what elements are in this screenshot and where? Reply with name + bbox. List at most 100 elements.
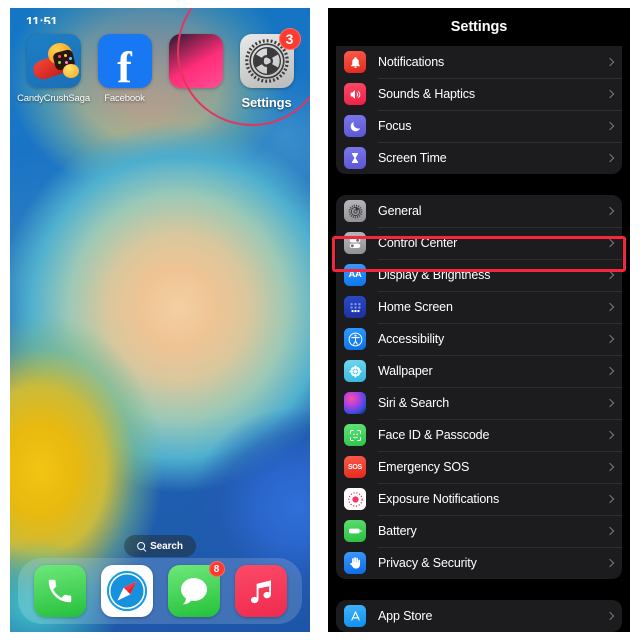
settings-row-siri-search[interactable]: Siri & Search — [336, 387, 622, 419]
search-icon — [137, 542, 146, 550]
settings-row-label: Accessibility — [378, 332, 445, 346]
messages-badge-count: 8 — [208, 561, 225, 577]
settings-row-battery[interactable]: Battery — [336, 515, 622, 547]
sos-icon: SOS — [344, 456, 366, 478]
app-icon-wrap: 3 — [239, 28, 301, 88]
settings-row-app-store[interactable]: App Store — [336, 600, 622, 632]
chevron-right-icon — [605, 526, 615, 536]
settings-row-label: Control Center — [378, 236, 458, 250]
speaker-glyph — [350, 89, 360, 99]
dock-item-safari[interactable] — [100, 565, 153, 617]
screenshot-root: 11:51 CandyCrushSaga f Facebook 3 Settin… — [0, 0, 640, 640]
dock-item-messages[interactable]: 8 — [167, 561, 225, 617]
settings-group-general: General Control Center AA Display & Brig… — [336, 195, 622, 579]
app-icon-wrap — [26, 34, 81, 88]
candy-dot — [57, 55, 61, 58]
chevron-right-icon — [605, 153, 615, 163]
phone-icon — [33, 565, 86, 617]
iphone-settings-screen: Settings Notifications Sounds & Haptics … — [328, 8, 630, 632]
dock-item-phone[interactable] — [33, 565, 86, 617]
settings-row-screen-time[interactable]: Screen Time — [336, 142, 622, 174]
chevron-right-icon — [605, 206, 615, 216]
settings-row-accessibility[interactable]: Accessibility — [336, 323, 622, 355]
settings-row-label: Face ID & Passcode — [378, 428, 490, 442]
moon-glyph — [350, 121, 360, 131]
app-label: Settings — [241, 95, 292, 110]
settings-row-privacy-security[interactable]: Privacy & Security — [336, 547, 622, 579]
aa-glyph: AA — [348, 269, 362, 281]
settings-row-home-screen[interactable]: Home Screen — [336, 291, 622, 323]
moon-icon — [344, 115, 366, 137]
status-bar-clock: 11:51 — [26, 16, 58, 24]
chevron-right-icon — [605, 430, 615, 440]
chevron-right-icon — [605, 238, 615, 248]
chevron-right-icon — [605, 494, 615, 504]
dock: 8 — [18, 558, 302, 624]
settings-row-label: Home Screen — [378, 300, 453, 314]
chevron-right-icon — [605, 366, 615, 376]
chevron-right-icon — [605, 89, 615, 99]
chevron-right-icon — [605, 334, 615, 344]
bell-glyph — [350, 56, 360, 68]
partially-hidden-app-icon — [168, 34, 223, 88]
settings-row-sounds-haptics[interactable]: Sounds & Haptics — [336, 78, 622, 110]
settings-badge-count: 3 — [278, 28, 301, 50]
chevron-right-icon — [605, 270, 615, 280]
hand-glyph — [350, 557, 361, 569]
group-separator — [336, 174, 622, 195]
gear-glyph — [348, 204, 362, 218]
app-facebook[interactable]: f Facebook — [89, 34, 160, 110]
sos-glyph: SOS — [348, 463, 362, 471]
hand-privacy-icon — [344, 552, 366, 574]
settings-row-focus[interactable]: Focus — [336, 110, 622, 142]
settings-row-label: Notifications — [378, 55, 445, 69]
app-grid-glyph — [350, 302, 360, 312]
app-store-glyph — [350, 610, 360, 621]
status-bar: 11:51 — [10, 8, 310, 24]
app-icon-wrap: f — [97, 34, 152, 88]
settings-row-control-center[interactable]: Control Center — [336, 227, 622, 259]
settings-list[interactable]: Notifications Sounds & Haptics Focus Scr… — [328, 46, 630, 632]
toggles-icon — [344, 232, 366, 254]
app-icon-wrap — [168, 34, 223, 88]
hourglass-glyph — [352, 153, 358, 163]
settings-row-face-id-passcode[interactable]: Face ID & Passcode — [336, 419, 622, 451]
settings-row-emergency-sos[interactable]: SOS Emergency SOS — [336, 451, 622, 483]
candy-yellow-shape — [62, 64, 79, 78]
settings-row-label: Emergency SOS — [378, 460, 470, 474]
settings-row-exposure-notifications[interactable]: Exposure Notifications — [336, 483, 622, 515]
face-id-glyph — [349, 429, 361, 441]
candy-dot — [57, 61, 61, 64]
settings-row-notifications[interactable]: Notifications — [336, 46, 622, 78]
page-title: Settings — [450, 19, 508, 35]
candy-dot — [68, 57, 72, 60]
wallpaper-glyph — [348, 364, 362, 378]
wallpaper-flower-icon — [344, 360, 366, 382]
app-store-icon — [344, 605, 366, 627]
app-partially-hidden[interactable] — [160, 34, 231, 110]
chevron-right-icon — [605, 398, 615, 408]
app-candycrushsaga[interactable]: CandyCrushSaga — [17, 34, 90, 110]
music-note-icon — [234, 565, 287, 617]
battery-glyph — [349, 528, 362, 534]
chevron-right-icon — [605, 558, 615, 568]
settings-row-label: Screen Time — [378, 151, 447, 165]
app-settings[interactable]: 3 Settings — [231, 28, 302, 110]
chevron-right-icon — [605, 302, 615, 312]
dock-item-music[interactable] — [234, 565, 287, 617]
settings-row-general[interactable]: General — [336, 195, 622, 227]
settings-row-label: Privacy & Security — [378, 556, 477, 570]
candy-crush-icon — [26, 34, 81, 88]
exposure-dot-icon — [344, 488, 366, 510]
settings-row-display-brightness[interactable]: AA Display & Brightness — [336, 259, 622, 291]
settings-group-notifications: Notifications Sounds & Haptics Focus Scr… — [336, 46, 622, 174]
settings-row-label: Display & Brightness — [378, 268, 491, 282]
settings-row-label: Exposure Notifications — [378, 492, 500, 506]
safari-compass-icon — [100, 565, 153, 617]
music-glyph — [250, 580, 271, 604]
settings-row-wallpaper[interactable]: Wallpaper — [336, 355, 622, 387]
home-search-button[interactable]: Search — [124, 535, 196, 557]
iphone-home-screen: 11:51 CandyCrushSaga f Facebook 3 Settin… — [10, 8, 310, 632]
safari-glyph — [106, 570, 147, 612]
settings-row-label: Battery — [378, 524, 417, 538]
